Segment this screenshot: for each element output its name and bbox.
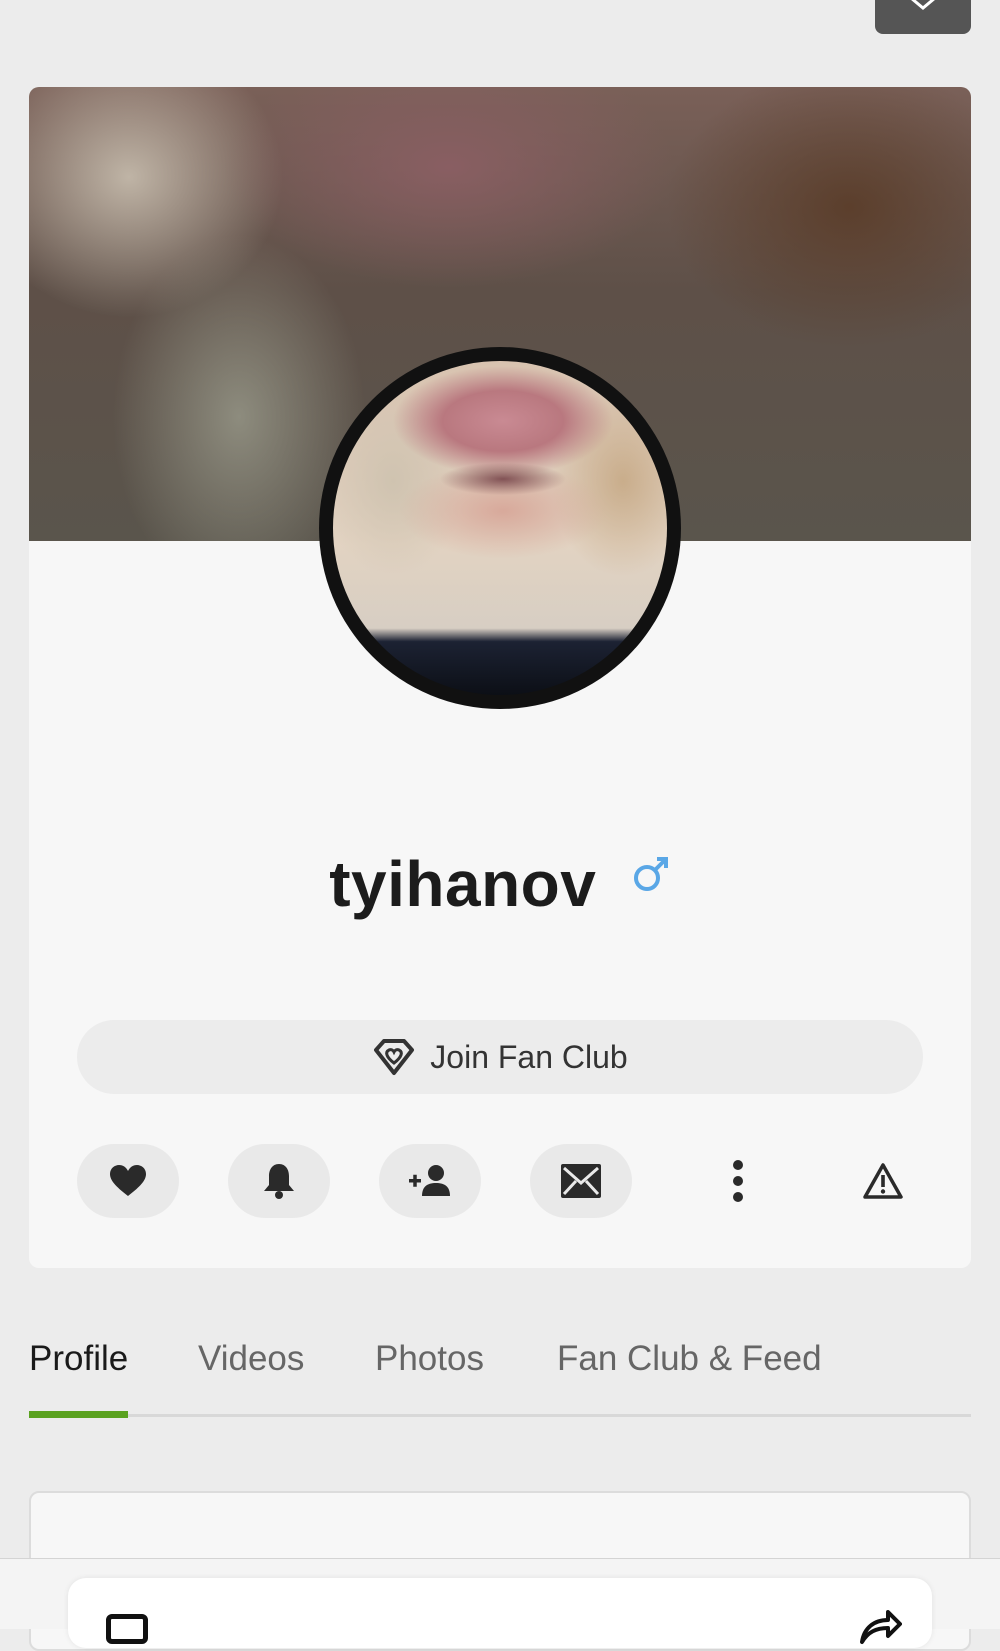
avatar[interactable] (319, 347, 681, 709)
bottom-popup[interactable] (68, 1578, 932, 1648)
avatar-image (333, 361, 667, 695)
vertical-dots-icon (733, 1160, 743, 1202)
profile-tabs: Profile Videos Photos Fan Club & Feed (29, 1305, 971, 1418)
join-fan-club-button[interactable]: Join Fan Club (77, 1020, 923, 1094)
more-options-button[interactable] (687, 1144, 789, 1218)
heart-icon (110, 1165, 146, 1196)
like-button[interactable] (77, 1144, 179, 1218)
warning-icon (863, 1163, 903, 1199)
envelope-icon (561, 1164, 601, 1198)
add-user-icon (409, 1165, 450, 1196)
tab-profile[interactable]: Profile (29, 1305, 129, 1418)
add-friend-button[interactable] (379, 1144, 481, 1218)
diamond-heart-icon (374, 1039, 415, 1075)
tab-switcher-icon[interactable] (106, 1614, 148, 1644)
message-button[interactable] (530, 1144, 632, 1218)
profile-card: tyihanov Join Fan Club (29, 87, 971, 1268)
tab-videos[interactable]: Videos (198, 1305, 304, 1414)
chevron-down-icon (911, 0, 935, 10)
notify-button[interactable] (228, 1144, 330, 1218)
share-icon[interactable] (858, 1606, 902, 1646)
bell-icon (264, 1164, 294, 1199)
report-button[interactable] (832, 1144, 934, 1218)
username-row: tyihanov (29, 847, 971, 927)
male-gender-icon (631, 854, 671, 899)
tab-fan-club-feed[interactable]: Fan Club & Feed (557, 1305, 822, 1414)
username: tyihanov (329, 848, 597, 920)
tab-photos[interactable]: Photos (375, 1305, 484, 1414)
menu-button[interactable] (875, 0, 971, 34)
join-fan-club-label: Join Fan Club (430, 1038, 628, 1075)
